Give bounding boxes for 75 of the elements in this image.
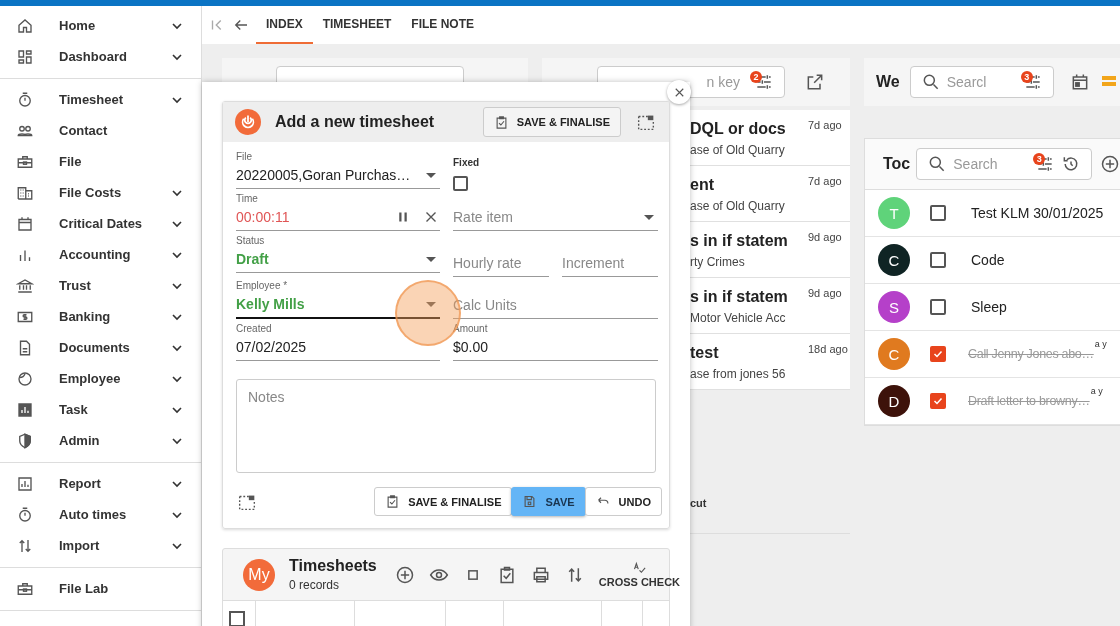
avatar: C: [878, 338, 910, 370]
tab[interactable]: TIMESHEET: [312, 6, 402, 44]
filter-badge: 2: [750, 71, 762, 83]
sidebar-item[interactable]: Import: [0, 530, 201, 561]
item-time: 7d ago: [808, 118, 842, 133]
sidebar-item[interactable]: Trust: [0, 270, 201, 301]
task-text: Code: [971, 252, 1005, 268]
dialog-title: Add a new timesheet: [275, 113, 436, 131]
item-subtitle: ase of Old Quarry: [690, 143, 786, 157]
filter-badge: 3: [1033, 153, 1046, 165]
created-field[interactable]: Created 07/02/2025: [236, 319, 440, 361]
item-subtitle: ase of Old Quarry: [690, 199, 786, 213]
employee-field[interactable]: Employee * Kelly Mills: [236, 277, 440, 319]
item-subtitle: Motor Vehicle Acc: [690, 311, 787, 325]
increment-field[interactable]: Increment: [562, 235, 658, 277]
panel-title: We: [876, 73, 900, 91]
sidebar-item[interactable]: Employee: [0, 363, 201, 394]
card-title: Timesheets: [289, 557, 377, 575]
sidebar-item[interactable]: Contact: [0, 115, 201, 146]
item-time: 18d ago: [808, 342, 848, 357]
field-label: Fixed: [453, 157, 481, 168]
sidebar-item[interactable]: Auto times: [0, 499, 201, 530]
search-field[interactable]: Search 3: [916, 148, 1093, 180]
search-field[interactable]: Searcl 3: [909, 66, 1054, 98]
avatar: D: [878, 385, 910, 417]
footer-text: cut: [690, 497, 707, 509]
item-subtitle: ase from jones 56: [690, 367, 787, 381]
sidebar-item[interactable]: Home: [0, 10, 201, 41]
sidebar-item[interactable]: Task: [0, 394, 201, 425]
item-title: s in if statem: [690, 288, 789, 306]
item-subtitle: rty Crimes: [690, 255, 746, 269]
filter-badge: 3: [1020, 71, 1033, 83]
sidebar-item[interactable]: Critical Dates: [0, 208, 201, 239]
tab[interactable]: FILE NOTE: [401, 6, 485, 44]
sidebar-item[interactable]: Admin: [0, 425, 201, 456]
sidebar-item[interactable]: Timesheet: [0, 84, 201, 115]
item-title: ent: [690, 176, 715, 194]
sidebar-item[interactable]: File: [0, 146, 201, 177]
time-field[interactable]: Time 00:00:11: [236, 189, 440, 231]
task-text: Call Jenny Jones abo…: [968, 347, 1094, 361]
avatar: My: [243, 558, 275, 591]
avatar: T: [878, 197, 910, 229]
action-button[interactable]: SAVE: [511, 487, 586, 516]
sidebar-item[interactable]: Dashboard: [0, 41, 201, 72]
status-field[interactable]: Status Draft: [236, 231, 440, 273]
avatar: S: [878, 291, 910, 323]
avatar: C: [878, 244, 910, 276]
item-time: 9d ago: [808, 230, 842, 245]
task-time: a y: [1090, 386, 1103, 396]
action-button[interactable]: UNDO: [584, 487, 662, 516]
rate-item-field[interactable]: Rate item: [453, 189, 658, 231]
file-field[interactable]: File 20220005,Goran Purchas…: [236, 147, 440, 189]
hourly-rate-field[interactable]: Hourly rate: [453, 235, 549, 277]
sidebar-item[interactable]: Accounting: [0, 239, 201, 270]
save-finalise-button[interactable]: SAVE & FINALISE: [482, 107, 621, 137]
sidebar-item[interactable]: Report: [0, 468, 201, 499]
cross-check-button[interactable]: CROSS CHECK: [598, 561, 681, 588]
item-title: test: [690, 344, 720, 362]
sidebar-item[interactable]: File Costs: [0, 177, 201, 208]
task-text: Test KLM 30/01/2025: [971, 205, 1104, 221]
panel-title: Toc: [883, 155, 911, 173]
tab[interactable]: INDEX: [256, 6, 313, 44]
action-button[interactable]: SAVE & FINALISE: [374, 487, 513, 516]
record-count: 0 records: [289, 578, 341, 592]
task-text: Draft letter to browny…: [968, 394, 1090, 408]
notes-field[interactable]: Notes: [236, 379, 656, 473]
task-time: a y: [1094, 339, 1107, 349]
item-time: 9d ago: [808, 286, 842, 301]
item-title: s in if statem: [690, 232, 789, 250]
sidebar-item[interactable]: Banking: [0, 301, 201, 332]
sidebar-item[interactable]: File Lab: [0, 573, 201, 604]
sidebar-item[interactable]: Documents: [0, 332, 201, 363]
task-text: Sleep: [971, 299, 1007, 315]
item-title: DQL or docs: [690, 120, 787, 138]
item-time: 7d ago: [808, 174, 842, 189]
